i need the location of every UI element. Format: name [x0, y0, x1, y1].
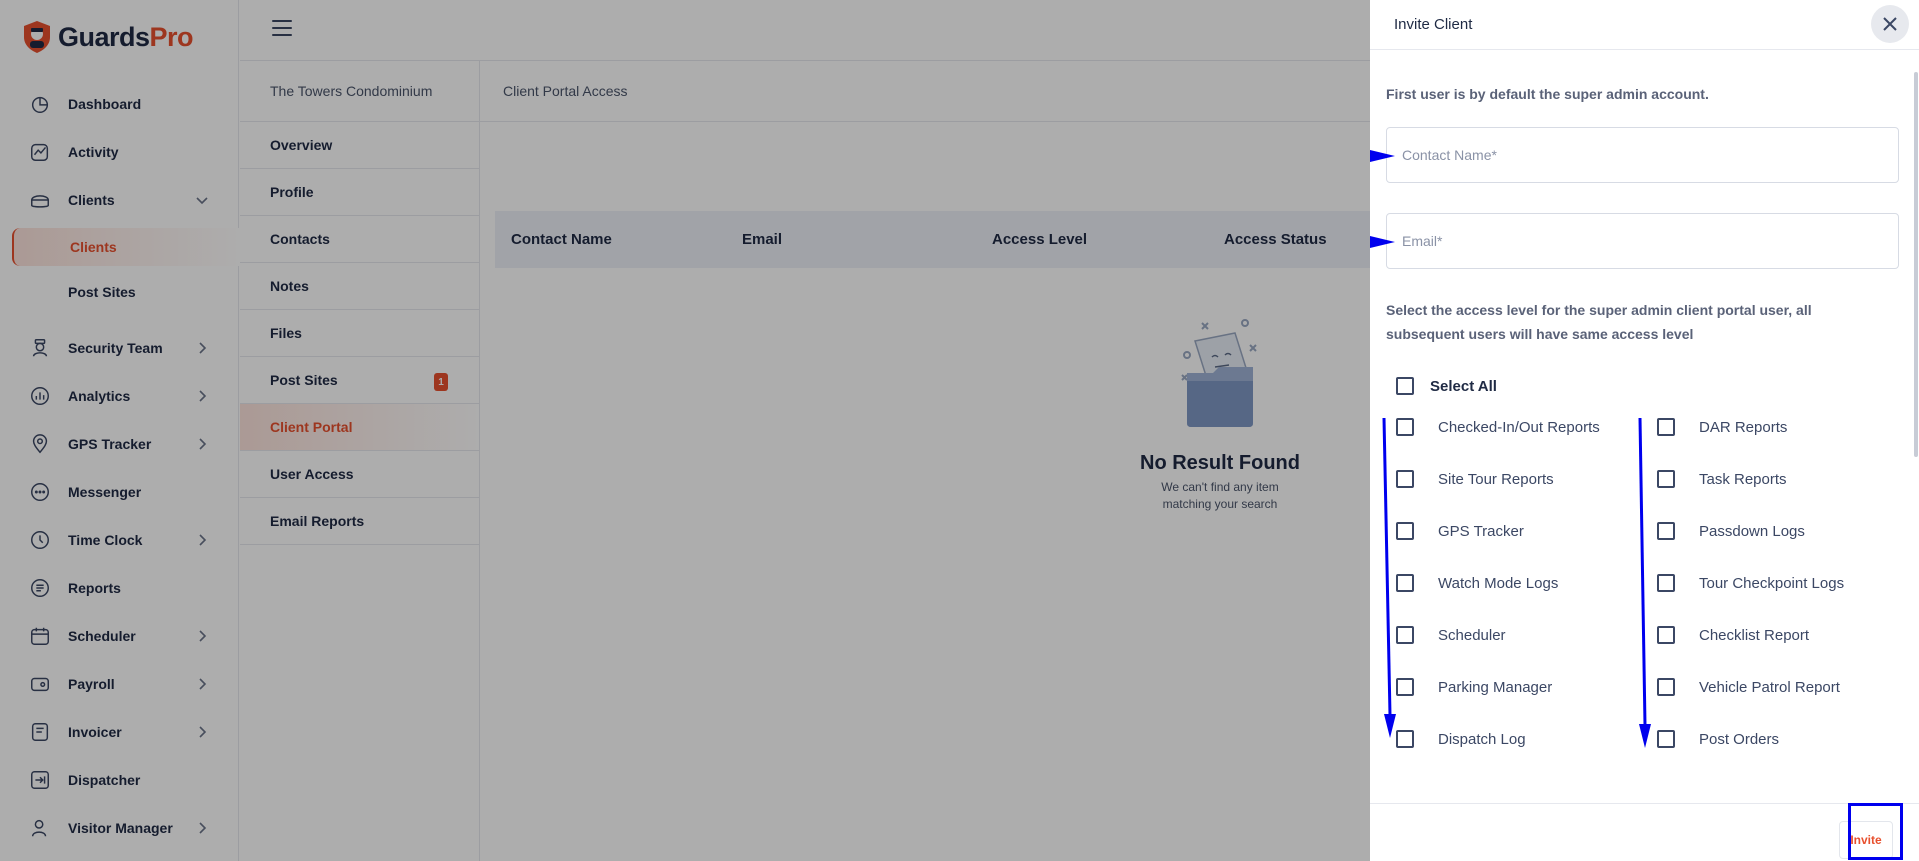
right-access-option-row[interactable]: Vehicle Patrol Report: [1657, 678, 1840, 696]
access-option-checkbox[interactable]: [1396, 730, 1414, 748]
access-option-label: Passdown Logs: [1699, 522, 1805, 540]
drawer-footer-divider: [1370, 803, 1919, 804]
left-access-option-row[interactable]: Site Tour Reports: [1396, 470, 1554, 488]
access-option-label: DAR Reports: [1699, 418, 1788, 436]
access-option-label: Checklist Report: [1699, 626, 1810, 644]
modal-backdrop[interactable]: [0, 0, 1370, 861]
drawer-scrollbar[interactable]: [1914, 72, 1918, 457]
invite-button[interactable]: Invite: [1839, 821, 1893, 859]
access-option-checkbox[interactable]: [1396, 678, 1414, 696]
access-option-checkbox[interactable]: [1657, 522, 1675, 540]
select-all-checkbox-row[interactable]: Select All: [1396, 377, 1497, 395]
access-option-checkbox[interactable]: [1396, 574, 1414, 592]
access-option-label: Dispatch Log: [1438, 730, 1526, 748]
close-button[interactable]: [1871, 5, 1909, 43]
access-option-checkbox[interactable]: [1657, 730, 1675, 748]
invite-client-drawer: Invite Client First user is by default t…: [1370, 0, 1919, 861]
access-level-note: Select the access level for the super ad…: [1386, 298, 1812, 346]
select-all-label: Select All: [1430, 377, 1497, 395]
left-access-option-row[interactable]: GPS Tracker: [1396, 522, 1524, 540]
access-option-checkbox[interactable]: [1657, 626, 1675, 644]
access-option-label: Tour Checkpoint Logs: [1699, 574, 1845, 592]
access-option-label: Watch Mode Logs: [1438, 574, 1559, 592]
access-option-label: Scheduler: [1438, 626, 1506, 644]
access-option-checkbox[interactable]: [1657, 678, 1675, 696]
access-level-note-line: Select the access level for the super ad…: [1386, 302, 1812, 318]
access-option-label: Task Reports: [1699, 470, 1787, 488]
email-input[interactable]: [1386, 213, 1899, 269]
right-access-option-row[interactable]: Post Orders: [1657, 730, 1779, 748]
access-option-checkbox[interactable]: [1657, 470, 1675, 488]
super-admin-note: First user is by default the super admin…: [1386, 86, 1709, 102]
left-access-option-row[interactable]: Scheduler: [1396, 626, 1506, 644]
access-level-note-line: subsequent users will have same access l…: [1386, 326, 1694, 342]
select-all-checkbox[interactable]: [1396, 377, 1414, 395]
left-access-option-row[interactable]: Watch Mode Logs: [1396, 574, 1558, 592]
left-access-option-row[interactable]: Parking Manager: [1396, 678, 1552, 696]
access-option-label: Parking Manager: [1438, 678, 1553, 696]
access-option-label: Post Orders: [1699, 730, 1780, 748]
drawer-title: Invite Client: [1370, 0, 1919, 50]
access-option-label: Checked-In/Out Reports: [1438, 418, 1600, 436]
access-option-label: GPS Tracker: [1438, 522, 1524, 540]
right-access-option-row[interactable]: DAR Reports: [1657, 418, 1787, 436]
right-access-option-row[interactable]: Passdown Logs: [1657, 522, 1805, 540]
access-option-checkbox[interactable]: [1396, 626, 1414, 644]
right-access-option-row[interactable]: Tour Checkpoint Logs: [1657, 574, 1844, 592]
left-access-option-row[interactable]: Checked-In/Out Reports: [1396, 418, 1600, 436]
left-access-option-row[interactable]: Dispatch Log: [1396, 730, 1526, 748]
access-option-checkbox[interactable]: [1396, 418, 1414, 436]
access-option-checkbox[interactable]: [1657, 418, 1675, 436]
access-option-label: Site Tour Reports: [1438, 470, 1554, 488]
access-option-checkbox[interactable]: [1657, 574, 1675, 592]
right-access-option-row[interactable]: Checklist Report: [1657, 626, 1809, 644]
access-option-checkbox[interactable]: [1396, 522, 1414, 540]
access-option-checkbox[interactable]: [1396, 470, 1414, 488]
right-access-option-row[interactable]: Task Reports: [1657, 470, 1787, 488]
close-icon: [1883, 17, 1897, 31]
access-option-label: Vehicle Patrol Report: [1699, 678, 1840, 696]
contact-name-input[interactable]: [1386, 127, 1899, 183]
